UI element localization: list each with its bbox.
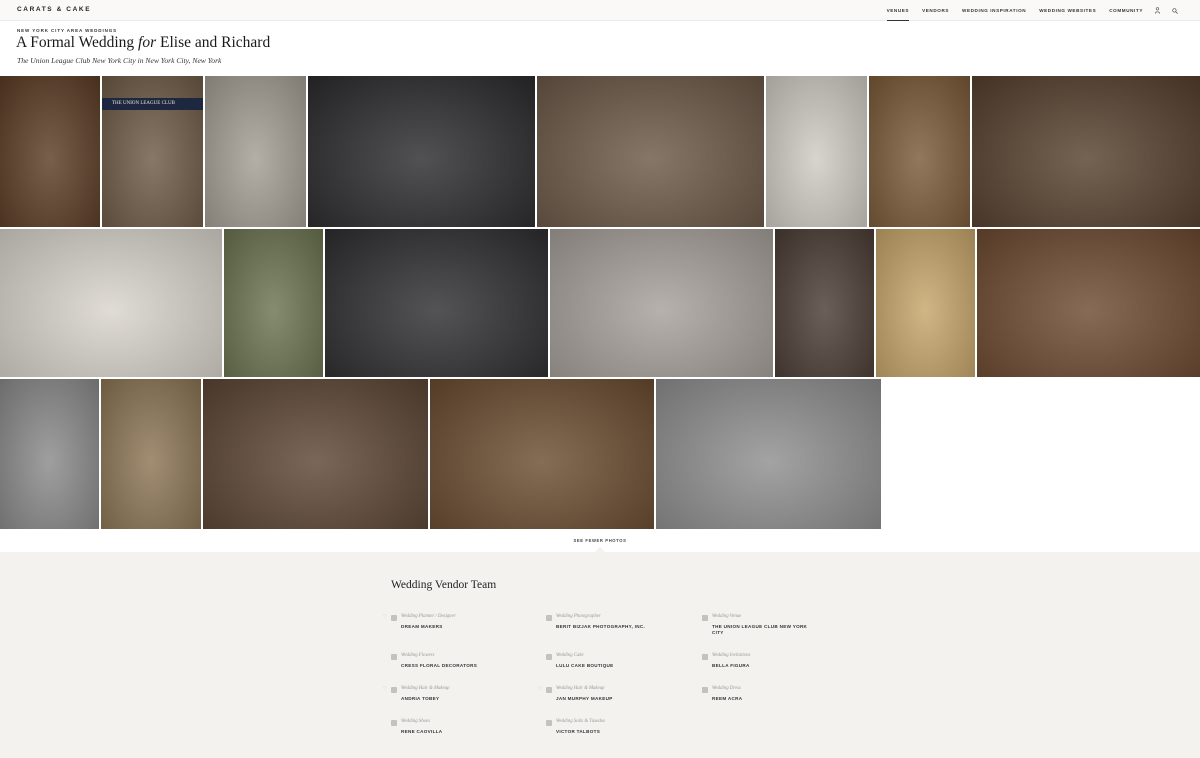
vendor-category: Wedding Photographer	[556, 614, 601, 619]
camera-icon	[546, 615, 552, 621]
title-prefix: A Formal Wedding	[16, 34, 139, 51]
gallery-photo[interactable]	[977, 229, 1200, 377]
gallery-photo[interactable]	[550, 229, 773, 377]
nav-venues[interactable]: VENUES	[886, 0, 910, 21]
gallery-photo[interactable]	[203, 379, 428, 529]
vendor-category: Wedding Shoes	[401, 719, 431, 724]
heart-icon[interactable]: ♡	[383, 614, 387, 620]
vendor-name[interactable]: ANDRIA TOBEY	[401, 696, 501, 702]
user-icon[interactable]	[1155, 0, 1160, 21]
gallery-photo[interactable]	[101, 379, 201, 529]
vendor-name[interactable]: BERIT BIZJAK PHOTOGRAPHY, INC.	[556, 624, 656, 630]
vendor-team-heading: Wedding Vendor Team	[391, 579, 497, 591]
gallery-photo[interactable]	[224, 229, 323, 377]
heart-icon[interactable]: ♡	[538, 686, 542, 692]
vendor-name[interactable]: JAN MURPHY MAKEUP	[556, 696, 656, 702]
gallery-photo[interactable]	[325, 229, 548, 377]
gallery-photo[interactable]	[972, 76, 1200, 227]
vendor-category: Wedding Dress	[712, 686, 741, 691]
top-navigation: CARATS & CAKE VENUES VENDORS WEDDING INS…	[0, 0, 1200, 21]
gallery-photo[interactable]	[766, 76, 867, 227]
vendor-category: Wedding Hair & Makeup	[556, 686, 605, 691]
street-sign-text: THE UNION LEAGUE CLUB	[112, 101, 175, 106]
section-caret	[594, 547, 606, 553]
site-logo[interactable]: CARATS & CAKE	[17, 6, 91, 13]
vendor-name[interactable]: REEM ACRA	[712, 696, 812, 702]
hair-makeup-icon	[546, 687, 552, 693]
flower-icon	[391, 654, 397, 660]
gallery-photo[interactable]	[537, 76, 764, 227]
vendor-name[interactable]: BELLA FIGURA	[712, 663, 812, 669]
shoe-icon	[391, 720, 397, 726]
gallery-photo[interactable]	[0, 229, 222, 377]
title-suffix: Elise and Richard	[156, 34, 271, 51]
vendor-category: Wedding Invitations	[712, 653, 751, 658]
vendor-name[interactable]: CRESS FLORAL DECORATORS	[401, 663, 501, 669]
page-title: A Formal Wedding for Elise and Richard	[16, 34, 270, 52]
gallery-photo[interactable]	[775, 229, 874, 377]
gallery-photo[interactable]	[308, 76, 535, 227]
cake-icon	[546, 654, 552, 660]
search-icon[interactable]	[1172, 0, 1178, 21]
gallery-photo[interactable]: THE UNION LEAGUE CLUB	[102, 76, 203, 227]
title-for: for	[138, 34, 157, 51]
gallery-photo[interactable]	[876, 229, 975, 377]
gallery-photo[interactable]	[656, 379, 881, 529]
envelope-icon	[702, 654, 708, 660]
vendor-category: Wedding Planner / Designer	[401, 614, 456, 619]
vendor-name[interactable]: DREAM MAKERS	[401, 624, 501, 630]
gallery-photo[interactable]	[0, 379, 99, 529]
gallery-photo[interactable]	[0, 76, 100, 227]
nav-vendors[interactable]: VENDORS	[922, 0, 949, 21]
heart-icon[interactable]: ♡	[383, 686, 387, 692]
vendor-category: Wedding Hair & Makeup	[401, 686, 450, 691]
planner-icon	[391, 615, 397, 621]
gallery-photo[interactable]	[869, 76, 970, 227]
gallery-photo[interactable]	[430, 379, 654, 529]
venue-icon	[702, 615, 708, 621]
vendor-category: Wedding Venue	[712, 614, 742, 619]
vendor-team-section	[0, 552, 1200, 758]
nav-community[interactable]: COMMUNITY	[1109, 0, 1143, 21]
vendor-name[interactable]: VICTOR TALBOTS	[556, 729, 656, 735]
vendor-name[interactable]: RENE CAOVILLA	[401, 729, 501, 735]
page-subtitle: The Union League Club New York City in N…	[17, 56, 222, 65]
hair-makeup-icon	[391, 687, 397, 693]
location-eyebrow: NEW YORK CITY AREA WEDDINGS	[17, 28, 118, 33]
main-nav: VENUES VENDORS WEDDING INSPIRATION WEDDI…	[874, 0, 1178, 21]
tuxedo-icon	[546, 720, 552, 726]
gallery-photo[interactable]	[205, 76, 306, 227]
nav-wedding-websites[interactable]: WEDDING WEBSITES	[1039, 0, 1096, 21]
see-fewer-photos-link[interactable]: SEE FEWER PHOTOS	[0, 538, 1200, 543]
nav-wedding-inspiration[interactable]: WEDDING INSPIRATION	[962, 0, 1026, 21]
vendor-category: Wedding Suits & Tuxedos	[556, 719, 605, 724]
vendor-name[interactable]: LULU CAKE BOUTIQUE	[556, 663, 656, 669]
vendor-category: Wedding Flowers	[401, 653, 435, 658]
dress-icon	[702, 687, 708, 693]
vendor-name[interactable]: THE UNION LEAGUE CLUB NEW YORK CITY	[712, 624, 812, 635]
vendor-category: Wedding Cake	[556, 653, 584, 658]
